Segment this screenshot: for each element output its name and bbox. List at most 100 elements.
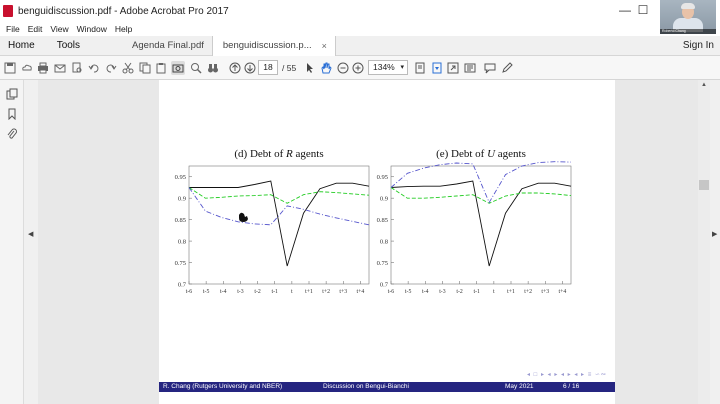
tab-home[interactable]: Home (8, 40, 35, 51)
scrollbar-thumb[interactable] (699, 180, 709, 190)
footer-date: May 2021 (505, 383, 534, 390)
webcam-video-overlay: Roberto Chang (660, 0, 716, 34)
right-panel-toggle[interactable]: ▶ (710, 80, 720, 404)
binoculars-icon[interactable] (206, 61, 220, 75)
expand-left-arrow-icon[interactable]: ◀ (28, 230, 33, 238)
menu-window[interactable]: Window (77, 24, 107, 34)
x-tick-label: t-4 (422, 289, 429, 295)
x-tick-label: t-5 (405, 289, 412, 295)
select-cursor-icon[interactable] (303, 61, 317, 75)
undo-icon[interactable] (87, 61, 101, 75)
bookmark-icon[interactable] (5, 108, 19, 122)
y-tick-label: 0.75 (175, 260, 186, 267)
x-tick-label: t+1 (305, 289, 313, 295)
y-tick-label: 0.7 (178, 282, 187, 289)
zoom-level-value: 134% (373, 62, 395, 72)
y-tick-label: 0.75 (377, 260, 388, 267)
y-tick-label: 0.9 (178, 196, 186, 203)
x-tick-label: t+4 (559, 289, 567, 295)
x-tick-label: t-4 (220, 289, 227, 295)
speaker-hair (681, 3, 695, 9)
vertical-scrollbar[interactable]: ▲ (698, 80, 710, 404)
x-tick-label: t-5 (203, 289, 210, 295)
fit-page-icon[interactable] (413, 61, 427, 75)
x-tick-label: t (291, 289, 293, 295)
comment-icon[interactable] (483, 61, 497, 75)
y-tick-label: 0.7 (380, 282, 389, 289)
left-panel-toggle[interactable]: ◀ (24, 80, 38, 404)
attachment-paperclip-icon[interactable] (5, 128, 19, 142)
copy-icon[interactable] (138, 61, 152, 75)
series-line (390, 180, 572, 267)
x-tick-label: t+2 (322, 289, 330, 295)
zoom-search-icon[interactable] (189, 61, 203, 75)
menu-file[interactable]: File (6, 24, 20, 34)
tab-tools[interactable]: Tools (57, 40, 80, 51)
footer-talk-title: Discussion on Bengui-Bianchi (323, 383, 409, 390)
x-tick-label: t-6 (186, 289, 193, 295)
footer-author: R. Chang (Rutgers University and NBER) (163, 383, 283, 390)
toolbar: 18 / 55 134% ▾ (0, 56, 720, 80)
figure-panels: (d) Debt of R agents 0.95 0.9 0.85 0.8 0.75 0.… (175, 148, 572, 295)
x-tick-label: t-3 (439, 289, 446, 295)
x-tick-label: t-2 (456, 289, 463, 295)
print-icon[interactable] (36, 61, 50, 75)
cut-icon[interactable] (121, 61, 135, 75)
redo-icon[interactable] (104, 61, 118, 75)
webcam-caption: Roberto Chang (660, 29, 716, 34)
search-document-icon[interactable] (70, 61, 84, 75)
zoom-in-icon[interactable] (351, 61, 365, 75)
doc-tab-benguidiscussion[interactable]: benguidiscussion.p... × (211, 35, 336, 56)
zoom-level-select[interactable]: 134% ▾ (368, 60, 408, 75)
hand-tool-icon[interactable] (319, 61, 333, 75)
window-title: benguidiscussion.pdf - Adobe Acrobat Pro… (18, 5, 229, 17)
x-tick-label: t+3 (541, 289, 549, 295)
expand-right-arrow-icon[interactable]: ▶ (712, 230, 717, 238)
highlight-pen-icon[interactable] (500, 61, 514, 75)
page-thumbnails-icon[interactable] (5, 88, 19, 102)
minimize-button[interactable]: — (618, 3, 632, 17)
panel-title: (e) Debt of U agents (436, 148, 526, 160)
maximize-button[interactable]: ☐ (636, 3, 650, 17)
x-tick-label: t (493, 289, 495, 295)
zoom-out-icon[interactable] (336, 61, 350, 75)
x-tick-label: t-1 (473, 289, 480, 295)
sign-in-button[interactable]: Sign In (683, 40, 714, 51)
menu-bar: File Edit View Window Help (0, 22, 720, 36)
y-tick-label: 0.8 (178, 239, 186, 246)
previous-page-icon[interactable] (228, 61, 242, 75)
x-tick-label: t-1 (271, 289, 278, 295)
scrolling-mode-icon[interactable] (430, 61, 444, 75)
next-page-icon[interactable] (243, 61, 257, 75)
x-tick-label: t+4 (357, 289, 365, 295)
series-line (390, 187, 572, 204)
email-icon[interactable] (53, 61, 67, 75)
slide-footer: R. Chang (Rutgers University and NBER) D… (159, 382, 615, 392)
beamer-navigation-symbols[interactable]: ◂ □ ▸ ◂ ▸ ◂ ▸ ◂ ▸ ≡ ∽∾ (527, 371, 607, 378)
save-icon[interactable] (3, 61, 17, 75)
read-mode-icon[interactable] (463, 61, 477, 75)
panel-title: (d) Debt of R agents (234, 148, 323, 160)
page-number-input[interactable]: 18 (258, 60, 278, 75)
doc-tab-agenda[interactable]: Agenda Final.pdf (122, 36, 212, 56)
series-line (189, 180, 370, 267)
camera-snapshot-icon[interactable] (171, 61, 185, 75)
document-canvas[interactable]: (d) Debt of R agents 0.95 0.9 0.85 0.8 0.75 0.… (38, 80, 698, 404)
menu-help[interactable]: Help (115, 24, 132, 34)
clipboard-icon[interactable] (154, 61, 168, 75)
y-tick-label: 0.9 (380, 196, 388, 203)
series-line (390, 161, 572, 204)
upload-cloud-icon[interactable] (20, 61, 34, 75)
menu-edit[interactable]: Edit (28, 24, 43, 34)
x-tick-label: t-6 (388, 289, 395, 295)
chevron-down-icon: ▾ (400, 64, 404, 71)
acrobat-app-icon (3, 5, 13, 17)
scroll-up-icon[interactable]: ▲ (701, 82, 707, 88)
x-tick-label: t+3 (339, 289, 347, 295)
doc-tab-label: benguidiscussion.p... (222, 40, 312, 51)
menu-view[interactable]: View (50, 24, 68, 34)
close-tab-icon[interactable]: × (322, 41, 327, 51)
y-tick-label: 0.95 (175, 174, 186, 181)
title-bar: benguidiscussion.pdf - Adobe Acrobat Pro… (0, 0, 720, 22)
full-screen-icon[interactable] (446, 61, 460, 75)
